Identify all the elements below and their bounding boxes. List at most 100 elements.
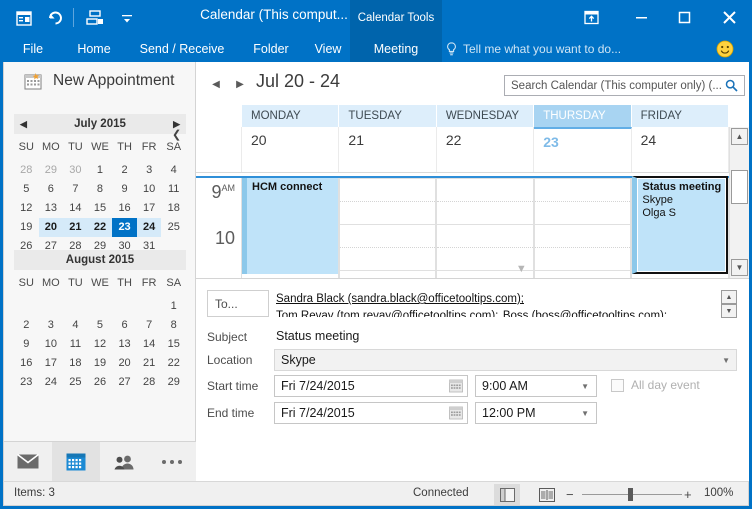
date-cell[interactable]: 2 (112, 161, 137, 180)
search-icon[interactable] (725, 79, 738, 92)
location-field[interactable]: Skype ▼ (274, 349, 737, 371)
date-cell[interactable]: 2 (14, 316, 39, 335)
all-day-cell-22[interactable]: 22 (437, 127, 535, 172)
day-grid-august[interactable]: 1 2 3 4 5 6 7 8 9 10 11 12 13 14 15 16 17 18 19 20 21 22 23 24 2… (14, 297, 186, 392)
all-day-cell-21[interactable]: 21 (339, 127, 437, 172)
all-day-cell-23[interactable]: 23 (534, 127, 632, 172)
date-cell[interactable]: 15 (161, 335, 186, 354)
end-date-picker-icon[interactable] (449, 406, 463, 425)
customize-qat-icon[interactable] (115, 6, 139, 30)
date-cell[interactable]: 8 (88, 180, 113, 199)
calendar-vertical-scrollbar[interactable]: ▲ ▼ (729, 127, 749, 278)
search-calendar-input[interactable]: Search Calendar (This computer only) (..… (504, 75, 745, 96)
date-cell[interactable]: 7 (137, 316, 162, 335)
start-date-picker-icon[interactable] (449, 379, 463, 398)
date-cell[interactable]: 22 (87, 218, 113, 237)
time-columns[interactable]: HCM connect ▼ Status meeting Skype Olga S (241, 176, 729, 278)
reading-view-button[interactable] (534, 484, 560, 505)
all-day-checkbox-box[interactable] (611, 378, 624, 392)
tab-file[interactable]: File (14, 35, 52, 62)
tab-meeting[interactable]: Meeting (350, 35, 442, 62)
tell-me-search[interactable]: Tell me what you want to do... (446, 35, 621, 62)
recipient-link[interactable]: Boss (boss@officetooltips.com); (503, 310, 667, 317)
date-cell[interactable]: 28 (137, 373, 162, 392)
recipients-scroll-spinner[interactable]: ▲ ▼ (721, 290, 737, 318)
date-cell[interactable]: 29 (39, 161, 64, 180)
date-cell[interactable]: 20 (112, 354, 137, 373)
zoom-slider-thumb[interactable] (628, 488, 633, 501)
all-day-cell-20[interactable]: 20 (242, 127, 340, 172)
date-cell[interactable]: 5 (14, 180, 39, 199)
collapse-pane-icon[interactable]: ❮ (172, 128, 181, 141)
date-cell[interactable]: 16 (112, 199, 137, 218)
close-button[interactable] (706, 0, 752, 35)
date-cell[interactable]: 3 (39, 316, 64, 335)
calendar-nav-icon[interactable] (52, 441, 100, 482)
date-cell[interactable]: 6 (112, 316, 137, 335)
minimize-button[interactable] (618, 0, 664, 35)
new-appointment-button[interactable]: New Appointment (4, 62, 196, 100)
recipient-link[interactable]: Sandra Black (sandra.black@officetooltip… (276, 293, 524, 305)
scheduling-assistant-qat-icon[interactable] (83, 6, 107, 30)
prev-month-arrow[interactable]: ◀ (20, 119, 27, 130)
date-cell[interactable]: 4 (161, 161, 186, 180)
date-cell[interactable]: 24 (136, 218, 162, 237)
tab-view[interactable]: View (306, 35, 350, 62)
date-cell[interactable]: 8 (161, 316, 186, 335)
date-cell[interactable]: 11 (63, 335, 88, 354)
end-time-dropdown-icon[interactable]: ▼ (581, 409, 589, 418)
date-cell[interactable]: 7 (63, 180, 88, 199)
to-recipients-field[interactable]: Sandra Black (sandra.black@officetooltip… (276, 290, 716, 317)
scrollbar-thumb[interactable] (731, 170, 748, 204)
date-cell[interactable]: 18 (161, 199, 186, 218)
new-appointment-qat-icon[interactable] (12, 6, 36, 30)
day-header-friday[interactable]: FRIDAY (631, 105, 730, 127)
date-cell[interactable]: 3 (137, 161, 162, 180)
people-nav-icon[interactable] (100, 442, 148, 482)
start-time-dropdown-icon[interactable]: ▼ (581, 382, 589, 391)
date-cell[interactable]: 4 (63, 316, 88, 335)
end-date-field[interactable]: Fri 7/24/2015 (274, 402, 468, 424)
day-header-monday[interactable]: MONDAY (242, 105, 340, 127)
date-cell[interactable]: 23 (112, 218, 137, 237)
all-day-columns[interactable]: 20 21 22 23 24 (241, 127, 730, 172)
date-cell[interactable]: 9 (14, 335, 39, 354)
location-dropdown-icon[interactable]: ▼ (722, 356, 730, 365)
previous-period-button[interactable]: ◀ (208, 76, 224, 92)
mail-nav-icon[interactable] (4, 442, 52, 482)
day-header-thursday[interactable]: THURSDAY (534, 105, 632, 127)
undo-qat-icon[interactable] (43, 6, 67, 30)
day-header-tuesday[interactable]: TUESDAY (339, 105, 437, 127)
restore-button[interactable] (661, 0, 707, 35)
date-cell[interactable]: 20 (38, 218, 64, 237)
date-cell[interactable]: 14 (137, 335, 162, 354)
time-column-monday[interactable]: HCM connect (241, 178, 339, 278)
date-cell[interactable]: 28 (14, 161, 39, 180)
date-cell[interactable]: 17 (39, 354, 64, 373)
date-cell[interactable]: 12 (88, 335, 113, 354)
date-cell[interactable]: 22 (161, 354, 186, 373)
date-cell[interactable]: 29 (161, 373, 186, 392)
start-time-field[interactable]: 9:00 AM ▼ (475, 375, 597, 397)
all-day-event-checkbox[interactable]: All day event (611, 378, 700, 392)
all-day-cell-24[interactable]: 24 (632, 127, 730, 172)
date-cell[interactable]: 14 (63, 199, 88, 218)
ribbon-display-options-button[interactable] (568, 0, 614, 35)
date-cell[interactable]: 19 (14, 218, 39, 237)
date-cell[interactable]: 5 (88, 316, 113, 335)
date-cell[interactable]: 6 (39, 180, 64, 199)
day-header-wednesday[interactable]: WEDNESDAY (436, 105, 535, 127)
scroll-down-button[interactable]: ▼ (731, 259, 748, 276)
tab-send-receive[interactable]: Send / Receive (128, 35, 236, 62)
date-cell[interactable]: 1 (88, 161, 113, 180)
tab-home[interactable]: Home (66, 35, 122, 62)
date-cell[interactable]: 12 (14, 199, 39, 218)
end-time-field[interactable]: 12:00 PM ▼ (475, 402, 597, 424)
date-cell[interactable]: 13 (112, 335, 137, 354)
more-nav-icon[interactable] (148, 442, 196, 482)
date-cell[interactable]: 25 (63, 373, 88, 392)
time-column-thursday[interactable] (533, 178, 632, 278)
normal-view-button[interactable] (494, 484, 520, 505)
more-appointments-indicator[interactable]: ▼ (516, 263, 527, 275)
date-cell[interactable]: 16 (14, 354, 39, 373)
